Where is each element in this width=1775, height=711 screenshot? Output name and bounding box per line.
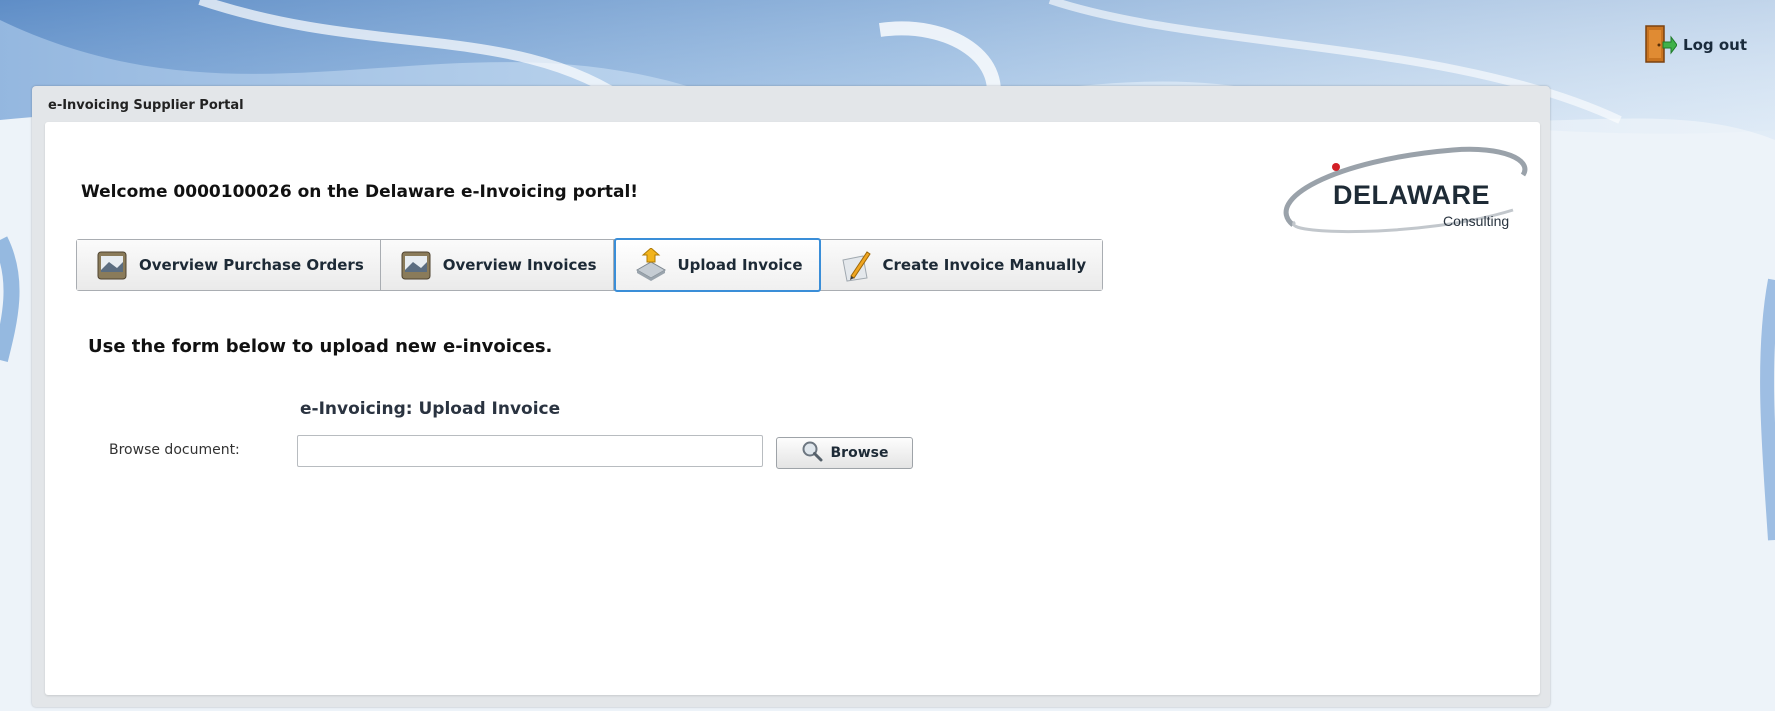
upload-icon bbox=[634, 247, 668, 282]
tab-label: Overview Invoices bbox=[442, 256, 597, 274]
browse-document-label: Browse document: bbox=[109, 442, 240, 458]
portal-title: e-Invoicing Supplier Portal bbox=[48, 98, 244, 113]
main-panel: Welcome 0000100026 on the Delaware e-Inv… bbox=[45, 122, 1540, 695]
portal-frame: e-Invoicing Supplier Portal Welcome 0000… bbox=[32, 86, 1550, 707]
tab-overview-invoices[interactable]: Overview Invoices bbox=[380, 240, 614, 290]
delaware-logo: DELAWARE Consulting bbox=[1273, 130, 1535, 240]
browse-button[interactable]: Browse bbox=[776, 437, 913, 469]
tab-upload-invoice[interactable]: Upload Invoice bbox=[613, 238, 821, 292]
welcome-message: Welcome 0000100026 on the Delaware e-Inv… bbox=[81, 182, 639, 202]
logout-label: Log out bbox=[1683, 36, 1747, 54]
tab-label: Create Invoice Manually bbox=[882, 256, 1087, 274]
magnifier-icon bbox=[801, 440, 823, 466]
tab-label: Overview Purchase Orders bbox=[139, 256, 364, 274]
tab-create-invoice-manually[interactable]: Create Invoice Manually bbox=[820, 240, 1103, 290]
folder-icon bbox=[399, 248, 433, 282]
logo-name: DELAWARE bbox=[1333, 180, 1491, 210]
document-path-input[interactable] bbox=[297, 435, 763, 467]
tab-label: Upload Invoice bbox=[677, 256, 803, 274]
exit-door-icon bbox=[1643, 24, 1678, 66]
upload-form-title: e-Invoicing: Upload Invoice bbox=[300, 399, 561, 419]
tab-overview-purchase-orders[interactable]: Overview Purchase Orders bbox=[77, 240, 381, 290]
logout-button[interactable]: Log out bbox=[1643, 24, 1747, 66]
tab-bar: Overview Purchase Orders Overview Invoic… bbox=[76, 238, 1104, 292]
browse-label: Browse bbox=[830, 445, 889, 461]
folder-icon bbox=[95, 248, 129, 282]
logo-subtitle: Consulting bbox=[1443, 213, 1510, 229]
upload-instruction: Use the form below to upload new e-invoi… bbox=[88, 336, 553, 357]
pencil-icon bbox=[839, 248, 873, 282]
